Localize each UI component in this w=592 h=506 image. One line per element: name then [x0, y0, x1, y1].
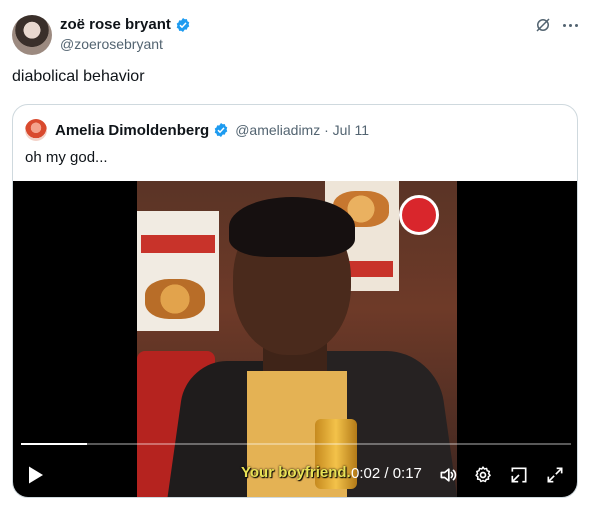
- author-name[interactable]: zoë rose bryant: [60, 16, 171, 33]
- more-options-icon[interactable]: [560, 16, 580, 34]
- author-handle[interactable]: @zoerosebryant: [60, 36, 163, 52]
- video-progress-fill: [21, 443, 87, 445]
- quoted-author-name: Amelia Dimoldenberg: [55, 121, 210, 139]
- video-player[interactable]: Your boyfriend. 0:02 / 0:17: [13, 181, 577, 497]
- person-hair: [229, 197, 355, 257]
- channel-logo-badge: [399, 195, 439, 235]
- verified-badge-icon: [176, 17, 190, 32]
- quoted-tweet-card[interactable]: Amelia Dimoldenberg @ameliadimz · Jul 11…: [12, 104, 578, 498]
- quoted-author-avatar: [25, 119, 47, 141]
- author-name-row: zoë rose bryant: [60, 16, 191, 33]
- video-subtitle: Your boyfriend.: [241, 464, 351, 481]
- quoted-author-handle-date: @ameliadimz · Jul 11: [235, 122, 369, 138]
- picture-in-picture-icon[interactable]: [509, 465, 529, 485]
- video-time: 0:02 / 0:17: [351, 465, 422, 482]
- background-poster: [137, 211, 219, 331]
- author-avatar[interactable]: [12, 15, 52, 55]
- play-icon[interactable]: [27, 465, 45, 485]
- volume-icon[interactable]: [437, 465, 459, 485]
- tweet-text: diabolical behavior: [12, 68, 145, 85]
- tweet-header: zoë rose bryant @zoerosebryant: [12, 12, 580, 56]
- video-controls: Your boyfriend. 0:02 / 0:17: [13, 457, 577, 493]
- quoted-tweet-header: Amelia Dimoldenberg @ameliadimz · Jul 11: [25, 119, 369, 141]
- video-progress-bar[interactable]: [21, 443, 571, 445]
- quoted-tweet-text: oh my god...: [25, 149, 108, 166]
- grok-icon[interactable]: [534, 16, 552, 34]
- verified-badge-icon: [214, 123, 228, 137]
- fullscreen-icon[interactable]: [545, 465, 565, 485]
- video-frame: [137, 181, 457, 497]
- settings-icon[interactable]: [473, 465, 493, 485]
